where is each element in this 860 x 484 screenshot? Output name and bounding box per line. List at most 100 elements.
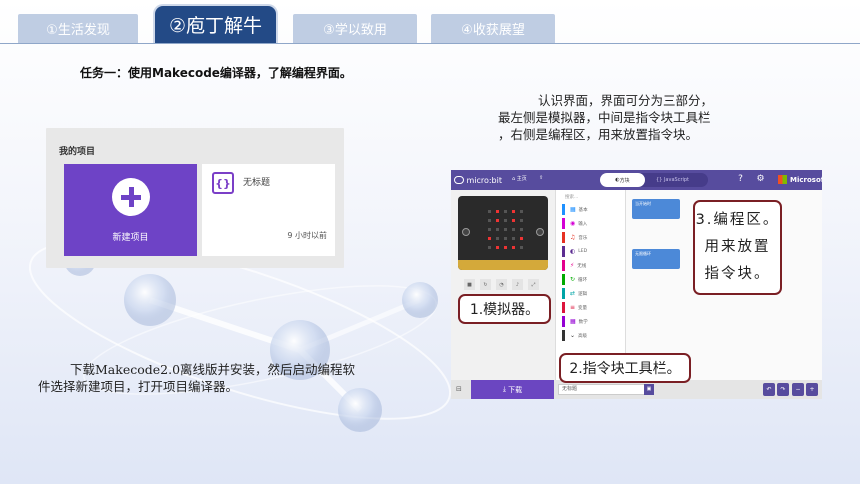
download-instructions: 下载Makecode2.0离线版并安装，然后启动编程软 件选择新建项目，打开项目… — [38, 361, 408, 395]
led-pixel — [488, 210, 491, 213]
restart-icon[interactable]: ↻ — [480, 279, 491, 290]
redo-icon[interactable]: ↷ — [777, 383, 789, 396]
category-icon: ▦ — [570, 318, 576, 325]
toolbox-category[interactable]: ↻ 循环 — [562, 274, 587, 285]
toolbox-category[interactable]: ◐ LED — [562, 246, 587, 257]
toolbox-category[interactable]: ≡ 变量 — [562, 302, 587, 313]
blocks-tab[interactable]: ◐ 方块 — [600, 173, 645, 187]
fullscreen-icon[interactable]: ⤢ — [528, 279, 539, 290]
led-pixel — [496, 228, 499, 231]
stop-icon[interactable]: ■ — [464, 279, 475, 290]
tab-harvest-outlook[interactable]: ④收获展望 — [431, 14, 555, 43]
category-icon: ◉ — [570, 220, 576, 227]
home-button[interactable]: ⌂ 主页 — [512, 175, 527, 182]
download-button[interactable]: ⤓ 下载 — [471, 380, 554, 399]
microbit-simulator-board[interactable] — [458, 196, 548, 270]
javascript-tab[interactable]: {} JavaScript — [656, 177, 689, 183]
led-pixel — [512, 210, 515, 213]
category-label: 数学 — [578, 319, 588, 325]
led-pixel — [488, 219, 491, 222]
category-color-bar — [562, 218, 565, 229]
category-label: 基本 — [578, 207, 588, 213]
category-icon: ↻ — [570, 276, 576, 283]
toolbox-category[interactable]: ⌄ 高级 — [562, 330, 587, 341]
microbit-logo[interactable]: micro:bit — [454, 174, 502, 186]
callout-workspace-line: 3.编程区。 — [695, 212, 780, 228]
tab-analysis[interactable]: ②庖丁解牛 — [153, 4, 278, 43]
led-pixel — [496, 237, 499, 240]
category-icon: ♫ — [570, 234, 576, 241]
zoom-out-icon[interactable]: − — [792, 383, 804, 396]
category-color-bar — [562, 330, 565, 341]
task-title: 任务一：使用Makecode编译器，了解编程界面。 — [80, 66, 352, 80]
toolbox-category[interactable]: ⚡ 无线 — [562, 260, 586, 271]
new-project-label: 新建项目 — [112, 232, 149, 243]
category-color-bar — [562, 316, 565, 327]
help-icon[interactable]: ? — [735, 174, 746, 185]
led-pixel — [504, 219, 507, 222]
category-label: 无线 — [577, 263, 587, 269]
section-tabbar: ①生活发现 ②庖丁解牛 ③学以致用 ④收获展望 — [0, 0, 860, 46]
button-b[interactable] — [536, 228, 544, 236]
board-edge-connector — [458, 260, 548, 270]
led-pixel — [504, 237, 507, 240]
category-icon: ⌄ — [570, 332, 576, 339]
category-label: 变量 — [578, 305, 588, 311]
category-label: 输入 — [578, 221, 588, 227]
led-pixel — [520, 228, 523, 231]
slowmo-icon[interactable]: ◔ — [496, 279, 507, 290]
simulator-controls: ■ ↻ ◔ ♪ ⤢ — [464, 279, 544, 291]
led-pixel — [504, 228, 507, 231]
led-pixel — [520, 246, 523, 249]
gear-icon[interactable]: ⚙ — [755, 174, 766, 185]
led-pixel — [512, 237, 515, 240]
microsoft-brand: Microsoft — [778, 175, 822, 184]
toolbox-category[interactable]: ▦ 数学 — [562, 316, 588, 327]
led-pixel — [520, 219, 523, 222]
toolbox-category[interactable]: ▦ 基本 — [562, 204, 588, 215]
mute-icon[interactable]: ♪ — [512, 279, 523, 290]
home-label: 主页 — [516, 176, 527, 182]
collapse-icon[interactable]: ⊟ — [456, 385, 462, 393]
tabbar-underline — [0, 43, 860, 44]
description-line: ，右侧是编程区，用来放置指令块。 — [498, 127, 699, 142]
category-icon: ≡ — [570, 304, 576, 311]
share-button[interactable]: ⇪ — [539, 175, 543, 181]
plus-icon — [111, 177, 150, 216]
category-color-bar — [562, 302, 565, 313]
save-icon[interactable]: ▣ — [644, 384, 654, 395]
project-card[interactable]: {} 无标题 9 小时以前 — [202, 164, 335, 256]
editor-mode-toggle: ◐ 方块 {} JavaScript — [600, 173, 708, 187]
instruction-line: 件选择新建项目，打开项目编译器。 — [38, 379, 239, 394]
brand-text: Microsoft — [790, 175, 822, 184]
category-icon: ⚡ — [570, 262, 575, 269]
forever-label: 无限循环 — [635, 251, 651, 256]
filename-input[interactable]: 无标题 — [558, 384, 651, 395]
category-color-bar — [562, 232, 565, 243]
zoom-in-icon[interactable]: + — [806, 383, 818, 396]
toolbox-category[interactable]: ◉ 输入 — [562, 218, 587, 229]
toolbox-search[interactable]: 搜索... — [565, 194, 578, 200]
my-projects-heading: 我的项目 — [59, 147, 96, 157]
category-color-bar — [562, 246, 565, 257]
category-label: LED — [578, 249, 588, 254]
button-a[interactable] — [462, 228, 470, 236]
new-project-card[interactable]: 新建项目 — [64, 164, 197, 256]
forever-block[interactable]: 无限循环 — [632, 249, 680, 269]
tab-life-discovery[interactable]: ①生活发现 — [18, 14, 138, 43]
microbit-logo-icon — [454, 176, 465, 184]
category-color-bar — [562, 288, 565, 299]
toolbox-category[interactable]: ⇄ 逻辑 — [562, 288, 587, 299]
led-pixel — [512, 219, 515, 222]
category-label: 循环 — [578, 277, 588, 283]
callout-toolbox: 2.指令块工具栏。 — [559, 353, 691, 383]
category-label: 逻辑 — [578, 291, 588, 297]
undo-icon[interactable]: ↶ — [763, 383, 775, 396]
toolbox-category[interactable]: ♫ 音乐 — [562, 232, 587, 243]
tab-application[interactable]: ③学以致用 — [293, 14, 417, 43]
callout-workspace-line: 指令块。 — [704, 266, 771, 282]
on-start-block[interactable]: 当开始时 — [632, 199, 680, 219]
callout-workspace-line: 用来放置 — [704, 239, 771, 255]
led-pixel — [504, 210, 507, 213]
category-icon: ◐ — [570, 248, 576, 255]
